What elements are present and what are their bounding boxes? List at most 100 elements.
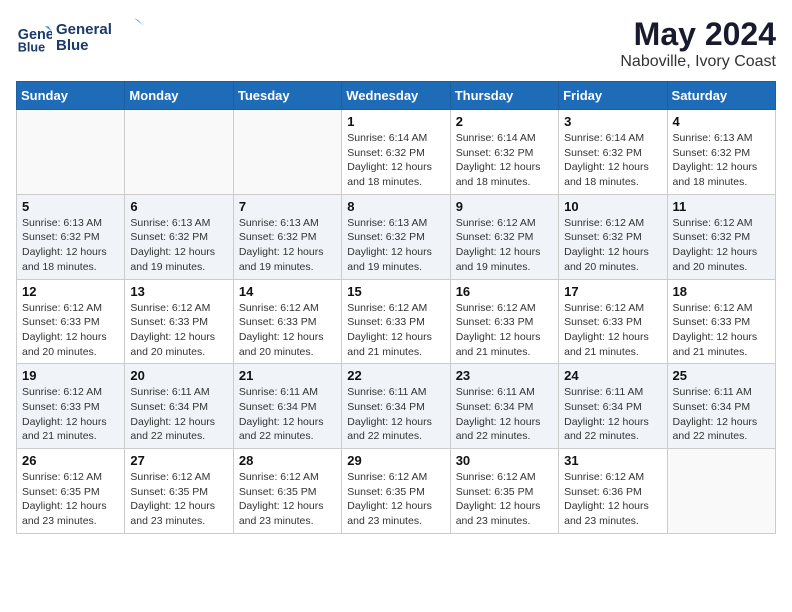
calendar-cell: 1Sunrise: 6:14 AM Sunset: 6:32 PM Daylig… xyxy=(342,110,450,195)
day-info: Sunrise: 6:12 AM Sunset: 6:33 PM Dayligh… xyxy=(22,385,119,444)
calendar-cell: 4 Sunrise: 6:13 AM Sunset: 6:32 PM Daylig… xyxy=(667,110,775,195)
day-number: 1 xyxy=(347,114,444,129)
day-number: 17 xyxy=(564,284,661,299)
day-number: 18 xyxy=(673,284,770,299)
calendar-cell: 25 Sunrise: 6:11 AM Sunset: 6:34 PM Dayli… xyxy=(667,364,775,449)
day-info: Sunrise: 6:13 AM Sunset: 6:32 PM Dayligh… xyxy=(239,216,336,275)
day-info: Sunrise: 6:12 AM Sunset: 6:33 PM Dayligh… xyxy=(130,301,227,360)
day-number: 16 xyxy=(456,284,553,299)
calendar-week-3: 12 Sunrise: 6:12 AM Sunset: 6:33 PM Dayli… xyxy=(17,279,776,364)
day-info: Sunrise: 6:12 AM Sunset: 6:33 PM Dayligh… xyxy=(564,301,661,360)
day-number: 19 xyxy=(22,368,119,383)
weekday-header-wednesday: Wednesday xyxy=(342,82,450,110)
day-info: Sunrise: 6:12 AM Sunset: 6:33 PM Dayligh… xyxy=(347,301,444,360)
weekday-header-monday: Monday xyxy=(125,82,233,110)
logo-text-line1: General Blue xyxy=(56,16,146,59)
weekday-header-friday: Friday xyxy=(559,82,667,110)
day-info: Sunrise: 6:14 AM Sunset: 6:32 PM Dayligh… xyxy=(564,131,661,190)
month-year-title: May 2024 xyxy=(620,16,776,53)
day-number: 30 xyxy=(456,453,553,468)
day-info: Sunrise: 6:12 AM Sunset: 6:35 PM Dayligh… xyxy=(239,470,336,529)
calendar-table: SundayMondayTuesdayWednesdayThursdayFrid… xyxy=(16,81,776,534)
day-info: Sunrise: 6:11 AM Sunset: 6:34 PM Dayligh… xyxy=(130,385,227,444)
day-number: 23 xyxy=(456,368,553,383)
day-info: Sunrise: 6:13 AM Sunset: 6:32 PM Dayligh… xyxy=(673,131,770,190)
day-number: 5 xyxy=(22,199,119,214)
day-info: Sunrise: 6:12 AM Sunset: 6:32 PM Dayligh… xyxy=(564,216,661,275)
calendar-cell: 8Sunrise: 6:13 AM Sunset: 6:32 PM Daylig… xyxy=(342,194,450,279)
weekday-header-thursday: Thursday xyxy=(450,82,558,110)
calendar-week-4: 19 Sunrise: 6:12 AM Sunset: 6:33 PM Dayli… xyxy=(17,364,776,449)
day-number: 14 xyxy=(239,284,336,299)
calendar-cell: 18 Sunrise: 6:12 AM Sunset: 6:33 PM Dayli… xyxy=(667,279,775,364)
calendar-cell: 3 Sunrise: 6:14 AM Sunset: 6:32 PM Daylig… xyxy=(559,110,667,195)
day-info: Sunrise: 6:12 AM Sunset: 6:32 PM Dayligh… xyxy=(456,216,553,275)
weekday-header-saturday: Saturday xyxy=(667,82,775,110)
day-number: 12 xyxy=(22,284,119,299)
day-number: 6 xyxy=(130,199,227,214)
day-number: 8 xyxy=(347,199,444,214)
day-number: 24 xyxy=(564,368,661,383)
calendar-cell: 20Sunrise: 6:11 AM Sunset: 6:34 PM Dayli… xyxy=(125,364,233,449)
day-info: Sunrise: 6:12 AM Sunset: 6:35 PM Dayligh… xyxy=(347,470,444,529)
day-info: Sunrise: 6:11 AM Sunset: 6:34 PM Dayligh… xyxy=(239,385,336,444)
calendar-cell: 21 Sunrise: 6:11 AM Sunset: 6:34 PM Dayli… xyxy=(233,364,341,449)
day-info: Sunrise: 6:11 AM Sunset: 6:34 PM Dayligh… xyxy=(673,385,770,444)
calendar-cell: 19 Sunrise: 6:12 AM Sunset: 6:33 PM Dayli… xyxy=(17,364,125,449)
calendar-cell: 2 Sunrise: 6:14 AM Sunset: 6:32 PM Daylig… xyxy=(450,110,558,195)
calendar-cell: 7 Sunrise: 6:13 AM Sunset: 6:32 PM Daylig… xyxy=(233,194,341,279)
calendar-cell: 31Sunrise: 6:12 AM Sunset: 6:36 PM Dayli… xyxy=(559,449,667,534)
day-number: 13 xyxy=(130,284,227,299)
day-number: 27 xyxy=(130,453,227,468)
calendar-cell: 16 Sunrise: 6:12 AM Sunset: 6:33 PM Dayli… xyxy=(450,279,558,364)
calendar-week-5: 26 Sunrise: 6:12 AM Sunset: 6:35 PM Dayli… xyxy=(17,449,776,534)
day-number: 3 xyxy=(564,114,661,129)
location-subtitle: Naboville, Ivory Coast xyxy=(620,53,776,71)
day-info: Sunrise: 6:12 AM Sunset: 6:33 PM Dayligh… xyxy=(22,301,119,360)
day-number: 29 xyxy=(347,453,444,468)
calendar-cell: 29 Sunrise: 6:12 AM Sunset: 6:35 PM Dayli… xyxy=(342,449,450,534)
day-number: 25 xyxy=(673,368,770,383)
title-block: May 2024 Naboville, Ivory Coast xyxy=(620,16,776,71)
day-number: 31 xyxy=(564,453,661,468)
calendar-week-1: 1 Sunrise: 6:14 AM Sunset: 6:32 PM Daylig… xyxy=(17,110,776,195)
calendar-cell: 6Sunrise: 6:13 AM Sunset: 6:32 PM Daylig… xyxy=(125,194,233,279)
day-number: 22 xyxy=(347,368,444,383)
day-number: 7 xyxy=(239,199,336,214)
day-number: 28 xyxy=(239,453,336,468)
calendar-cell: 26 Sunrise: 6:12 AM Sunset: 6:35 PM Dayli… xyxy=(17,449,125,534)
calendar-cell xyxy=(125,110,233,195)
calendar-cell xyxy=(233,110,341,195)
day-info: Sunrise: 6:11 AM Sunset: 6:34 PM Dayligh… xyxy=(564,385,661,444)
calendar-cell xyxy=(17,110,125,195)
svg-text:Blue: Blue xyxy=(18,41,45,55)
day-info: Sunrise: 6:11 AM Sunset: 6:34 PM Dayligh… xyxy=(456,385,553,444)
calendar-cell xyxy=(667,449,775,534)
day-info: Sunrise: 6:12 AM Sunset: 6:33 PM Dayligh… xyxy=(456,301,553,360)
calendar-cell: 17 Sunrise: 6:12 AM Sunset: 6:33 PM Dayli… xyxy=(559,279,667,364)
day-number: 4 xyxy=(673,114,770,129)
calendar-cell: 24 Sunrise: 6:11 AM Sunset: 6:34 PM Dayli… xyxy=(559,364,667,449)
day-info: Sunrise: 6:12 AM Sunset: 6:33 PM Dayligh… xyxy=(673,301,770,360)
logo-icon: General Blue xyxy=(16,19,52,55)
calendar-cell: 30Sunrise: 6:12 AM Sunset: 6:35 PM Dayli… xyxy=(450,449,558,534)
weekday-header-tuesday: Tuesday xyxy=(233,82,341,110)
day-number: 21 xyxy=(239,368,336,383)
day-number: 2 xyxy=(456,114,553,129)
day-info: Sunrise: 6:11 AM Sunset: 6:34 PM Dayligh… xyxy=(347,385,444,444)
calendar-cell: 15Sunrise: 6:12 AM Sunset: 6:33 PM Dayli… xyxy=(342,279,450,364)
logo: General Blue General Blue xyxy=(16,16,146,59)
calendar-cell: 11Sunrise: 6:12 AM Sunset: 6:32 PM Dayli… xyxy=(667,194,775,279)
page-header: General Blue General Blue May 2024 Nabov… xyxy=(16,16,776,71)
day-number: 26 xyxy=(22,453,119,468)
day-info: Sunrise: 6:14 AM Sunset: 6:32 PM Dayligh… xyxy=(456,131,553,190)
day-info: Sunrise: 6:12 AM Sunset: 6:35 PM Dayligh… xyxy=(22,470,119,529)
day-info: Sunrise: 6:12 AM Sunset: 6:33 PM Dayligh… xyxy=(239,301,336,360)
calendar-cell: 27 Sunrise: 6:12 AM Sunset: 6:35 PM Dayli… xyxy=(125,449,233,534)
svg-text:General: General xyxy=(56,21,112,38)
calendar-cell: 5Sunrise: 6:13 AM Sunset: 6:32 PM Daylig… xyxy=(17,194,125,279)
day-number: 10 xyxy=(564,199,661,214)
day-number: 9 xyxy=(456,199,553,214)
day-info: Sunrise: 6:12 AM Sunset: 6:35 PM Dayligh… xyxy=(130,470,227,529)
weekday-header-sunday: Sunday xyxy=(17,82,125,110)
